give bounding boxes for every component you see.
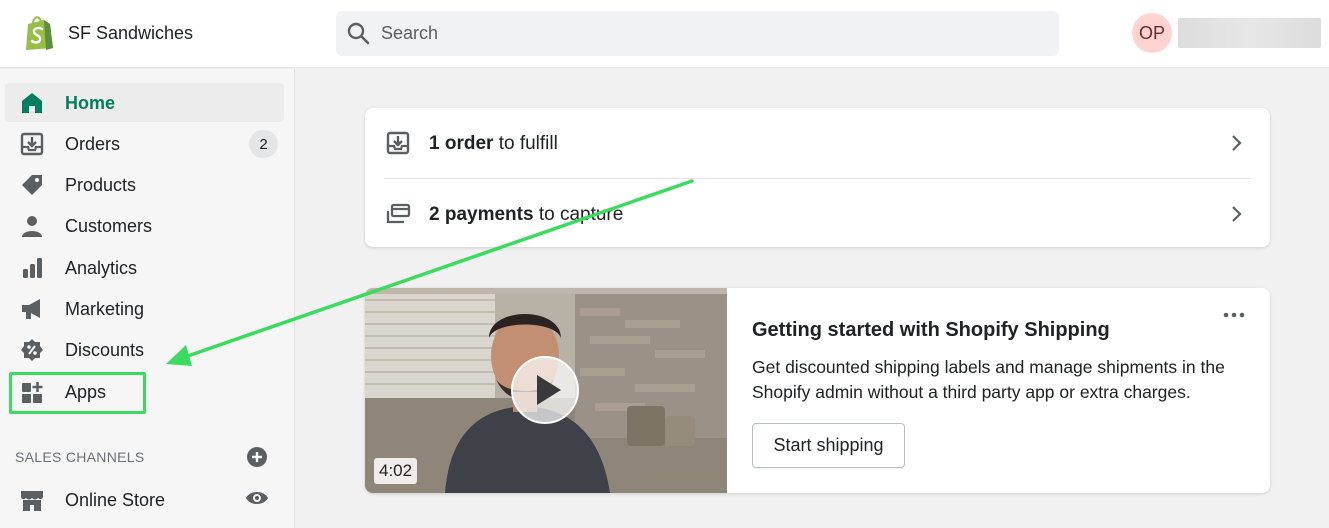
top-bar: SF Sandwiches OP [0, 0, 1329, 68]
shopify-logo-icon[interactable] [22, 15, 56, 51]
shipping-card-title: Getting started with Shopify Shipping [752, 319, 1110, 341]
sidebar-item-online-store[interactable]: Online Store [5, 480, 284, 519]
search-icon [347, 22, 370, 45]
shipping-card-description: Get discounted shipping labels and manag… [752, 357, 1225, 402]
sidebar: Home Orders 2 Products Customers Analyti… [0, 69, 295, 528]
sidebar-item-label: Products [65, 175, 137, 195]
store-name[interactable]: SF Sandwiches [68, 23, 193, 44]
video-thumbnail[interactable]: 4:02 [365, 288, 727, 493]
store-icon [21, 491, 43, 511]
video-duration: 4:02 [374, 458, 418, 484]
task-text: 2 payments to capture [429, 204, 624, 225]
bar-chart-icon [23, 258, 42, 278]
orders-count-badge: 2 [249, 130, 278, 158]
sales-channels-title: SALES CHANNELS [15, 449, 145, 465]
sidebar-item-orders[interactable]: Orders 2 [5, 124, 284, 163]
sidebar-item-customers[interactable]: Customers [5, 206, 284, 245]
task-row-fulfill[interactable]: 1 order to fulfill [365, 108, 1270, 178]
eye-icon[interactable] [245, 489, 269, 507]
sidebar-item-home[interactable]: Home [5, 83, 284, 122]
search-bar[interactable] [336, 11, 1059, 56]
fulfill-icon [386, 131, 410, 155]
task-text: 1 order to fulfill [429, 133, 558, 154]
avatar[interactable]: OP [1132, 13, 1172, 53]
sidebar-item-label: Analytics [65, 258, 138, 278]
tag-icon [22, 175, 42, 195]
play-icon[interactable] [510, 355, 580, 425]
sidebar-item-products[interactable]: Products [5, 165, 284, 204]
search-input[interactable] [381, 11, 1041, 56]
user-name-redacted[interactable] [1178, 18, 1321, 48]
sidebar-item-label: Home [65, 93, 116, 113]
chevron-right-icon [1232, 206, 1242, 222]
person-icon [22, 216, 42, 237]
megaphone-icon [22, 299, 40, 319]
apps-highlight-box [9, 372, 146, 414]
chevron-right-icon [1232, 135, 1242, 151]
sidebar-item-label: Discounts [65, 340, 145, 360]
add-channel-icon[interactable] [246, 446, 268, 468]
sidebar-item-label: Customers [65, 216, 153, 236]
task-row-payments[interactable]: 2 payments to capture [365, 179, 1270, 249]
shipping-card: 4:02 Getting started with Shopify Shippi… [365, 288, 1270, 493]
payment-icon [386, 203, 411, 224]
sidebar-item-label: Online Store [65, 490, 166, 510]
start-shipping-button[interactable]: Start shipping [752, 423, 905, 468]
avatar-initials: OP [1138, 22, 1165, 43]
more-options-icon[interactable] [1222, 310, 1246, 320]
discount-icon [21, 339, 43, 361]
home-icon [22, 93, 42, 113]
sidebar-item-discounts[interactable]: Discounts [5, 330, 284, 369]
sidebar-item-marketing[interactable]: Marketing [5, 289, 284, 328]
sidebar-item-analytics[interactable]: Analytics [5, 248, 284, 287]
sidebar-item-label: Marketing [65, 299, 145, 319]
sidebar-item-label: Orders [65, 134, 121, 154]
orders-icon [20, 132, 44, 156]
tasks-card: 1 order to fulfill 2 payments to capture [365, 108, 1270, 247]
